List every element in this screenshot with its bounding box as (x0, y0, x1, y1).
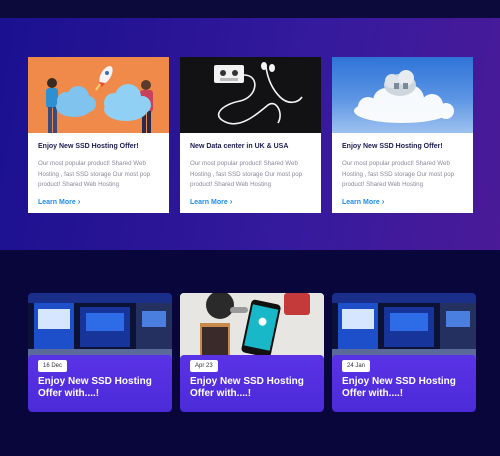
chevron-right-icon: › (77, 197, 81, 206)
news-image-exhibition (332, 293, 476, 361)
news-card[interactable]: Apr 23 Enjoy New SSD Hosting Offer with.… (180, 293, 324, 412)
date-badge: 24 Jan (342, 360, 371, 372)
date-badge: 16 Dec (38, 360, 68, 372)
feature-title: New Data center in UK & USA (190, 143, 289, 150)
learn-more-label: Learn More (342, 198, 380, 206)
news-panel: 16 Dec Enjoy New SSD Hosting Offer with.… (28, 355, 172, 412)
top-strip (0, 0, 500, 18)
news-card[interactable]: 16 Dec Enjoy New SSD Hosting Offer with.… (28, 293, 172, 412)
news-panel: Apr 23 Enjoy New SSD Hosting Offer with.… (180, 355, 324, 412)
chevron-right-icon: › (229, 197, 233, 206)
learn-more-label: Learn More (38, 198, 76, 206)
news-panel: 24 Jan Enjoy New SSD Hosting Offer with.… (332, 355, 476, 412)
learn-more-link[interactable]: Learn More › (342, 198, 384, 206)
news-title[interactable]: Enjoy New SSD Hosting Offer with....! (190, 376, 314, 399)
feature-image-cassette (180, 57, 321, 133)
feature-title: Enjoy New SSD Hosting Offer! (342, 143, 443, 150)
chevron-right-icon: › (381, 197, 385, 206)
news-title[interactable]: Enjoy New SSD Hosting Offer with....! (38, 376, 162, 399)
feature-title: Enjoy New SSD Hosting Offer! (38, 143, 139, 150)
feature-card: Enjoy New SSD Hosting Offer! Our most po… (28, 57, 169, 213)
feature-description: Our most popular product! Shared Web Hos… (342, 160, 455, 188)
feature-card: Enjoy New SSD Hosting Offer! Our most po… (332, 57, 473, 213)
news-title[interactable]: Enjoy New SSD Hosting Offer with....! (342, 376, 466, 399)
date-badge: Apr 23 (190, 360, 218, 372)
feature-image-clouds (28, 57, 169, 133)
news-card[interactable]: 24 Jan Enjoy New SSD Hosting Offer with.… (332, 293, 476, 412)
feature-description: Our most popular product! Shared Web Hos… (190, 160, 303, 188)
news-image-exhibition (28, 293, 172, 361)
learn-more-label: Learn More (190, 198, 228, 206)
feature-description: Our most popular product! Shared Web Hos… (38, 160, 151, 188)
learn-more-link[interactable]: Learn More › (190, 198, 232, 206)
learn-more-link[interactable]: Learn More › (38, 198, 80, 206)
news-image-phone (180, 293, 324, 361)
feature-image-cloud-house (332, 57, 473, 133)
feature-card: New Data center in UK & USA Our most pop… (180, 57, 321, 213)
